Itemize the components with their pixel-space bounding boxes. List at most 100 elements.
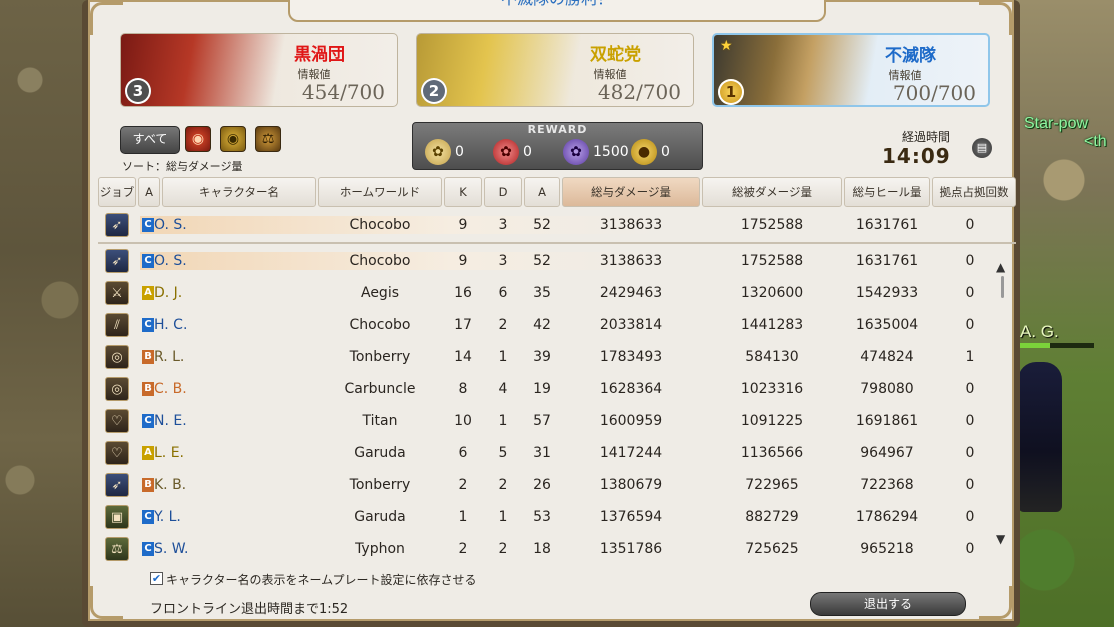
reward-item: ✿ 1500 xyxy=(563,137,629,167)
reward-value: 0 xyxy=(455,144,464,160)
ornament-corner xyxy=(979,586,1012,619)
team-letter: B xyxy=(142,350,154,364)
purple-token-icon: ✿ xyxy=(563,139,589,165)
chakram-icon: ◎ xyxy=(105,345,129,369)
column-home-world[interactable]: ホームワールド xyxy=(318,177,442,207)
pinned-divider xyxy=(98,242,1016,244)
reward-panel: REWARD ✿ 0 ✿ 0 ✿ 1500 ● 0 xyxy=(412,122,703,170)
log-icon[interactable]: ▤ xyxy=(972,138,992,158)
exit-button[interactable]: 退出する xyxy=(810,592,966,616)
table-row[interactable]: ▣ C Y. L. Garuda 1 1 53 1376594 882729 1786294 0 xyxy=(98,501,1016,533)
team-name: 黒渦団 xyxy=(294,45,345,65)
info-value: 700/700 xyxy=(892,81,976,105)
table-row[interactable]: ➶ B K. B. Tonberry 2 2 26 1380679 722965 722368 0 xyxy=(98,469,1016,501)
column-damage-dealt[interactable]: 総与ダメージ量 xyxy=(562,177,700,207)
cell-taken: 1441283 xyxy=(740,317,804,333)
character-name: R. L. xyxy=(154,349,185,365)
table-row[interactable]: ⚔ A D. J. Aegis 16 6 35 2429463 1320600 1542933 0 xyxy=(98,277,1016,309)
maelstrom-emblem-icon: ◉ xyxy=(191,131,205,147)
cell-d: 5 xyxy=(498,445,508,461)
team-letter: C xyxy=(142,414,154,428)
cell-dmg: 1351786 xyxy=(599,541,663,557)
cell-dmg: 1417244 xyxy=(599,445,663,461)
table-row[interactable]: ◎ B R. L. Tonberry 14 1 39 1783493 584130 474824 1 xyxy=(98,341,1016,373)
ornament-corner xyxy=(90,2,123,35)
character-name: C. B. xyxy=(154,381,187,397)
column-assists[interactable]: A xyxy=(524,177,560,207)
sword-icon: ⚔ xyxy=(105,281,129,305)
star-icon: ★ xyxy=(720,38,733,54)
filter-immortal-flames-button[interactable]: ⚖ xyxy=(255,126,281,152)
cell-capture: 0 xyxy=(965,285,975,301)
cell-k: 1 xyxy=(458,509,468,525)
filter-all-button[interactable]: すべて xyxy=(120,126,180,154)
cell-heal: 474824 xyxy=(860,349,914,365)
column-healing[interactable]: 総与ヒール量 xyxy=(844,177,930,207)
scrollbar-thumb[interactable] xyxy=(1001,276,1004,298)
team-letter: A xyxy=(142,446,154,460)
filter-maelstrom-button[interactable]: ◉ xyxy=(185,126,211,152)
table-row[interactable]: ♡ A L. E. Garuda 6 5 31 1417244 1136566 964967 0 xyxy=(98,437,1016,469)
cell-heal: 1631761 xyxy=(855,217,919,233)
cell-world: Tonberry xyxy=(349,477,411,493)
table-row[interactable]: ➶ C O. S. Chocobo 9 3 52 3138633 1752588 1631761 0 xyxy=(98,245,1016,277)
character-name: S. W. xyxy=(154,541,189,557)
player-character xyxy=(1018,362,1062,512)
ally-hp-bar xyxy=(1020,343,1094,348)
ornament-corner xyxy=(979,2,1012,35)
table-row[interactable]: ⫽ C H. C. Chocobo 17 2 42 2033814 1441283 1635004… xyxy=(98,309,1016,341)
cell-k: 14 xyxy=(454,349,472,365)
column-deaths[interactable]: D xyxy=(484,177,522,207)
team-letter: C xyxy=(142,318,154,332)
scroll-up-arrow-icon[interactable]: ▲ xyxy=(996,260,1005,274)
filter-twin-adder-button[interactable]: ◉ xyxy=(220,126,246,152)
cell-taken: 1136566 xyxy=(740,445,804,461)
cell-dmg: 2033814 xyxy=(599,317,663,333)
cell-taken: 1091225 xyxy=(740,413,804,429)
cell-world: Aegis xyxy=(360,285,399,301)
column-team[interactable]: A xyxy=(138,177,160,207)
team-letter: A xyxy=(142,286,154,300)
cell-world: Garuda xyxy=(354,445,406,461)
column-captures[interactable]: 拠点占拠回数 xyxy=(932,177,1016,207)
cell-capture: 0 xyxy=(965,445,975,461)
chakram-icon: ◎ xyxy=(105,377,129,401)
character-name: N. E. xyxy=(154,413,187,429)
table-row[interactable]: ◎ B C. B. Carbuncle 8 4 19 1628364 1023316 798080… xyxy=(98,373,1016,405)
bow-icon: ➶ xyxy=(105,473,129,497)
column-job[interactable]: ジョブ xyxy=(98,177,136,207)
reward-value: 0 xyxy=(661,144,670,160)
floating-player-name: Star-pow <th xyxy=(1024,115,1107,150)
red-token-icon: ✿ xyxy=(493,139,519,165)
cell-taken: 584130 xyxy=(745,349,799,365)
table-row[interactable]: ♡ C N. E. Titan 10 1 57 1600959 1091225 1691861 0 xyxy=(98,405,1016,437)
nameplate-setting-checkbox[interactable]: ✔ xyxy=(150,572,163,585)
cell-d: 6 xyxy=(498,285,508,301)
column-kills[interactable]: K xyxy=(444,177,482,207)
cell-a: 26 xyxy=(533,477,551,493)
cell-d: 2 xyxy=(498,477,508,493)
cell-k: 9 xyxy=(458,253,468,269)
cell-capture: 0 xyxy=(965,509,975,525)
table-row[interactable]: ➶ C O. S. Chocobo 9 3 52 3138633 1752588 1631761 0 xyxy=(98,209,1016,241)
cell-world: Garuda xyxy=(354,509,406,525)
reward-item: ● 0 xyxy=(631,137,670,167)
column-character-name[interactable]: キャラクター名 xyxy=(162,177,316,207)
team-card-maelstrom: 3 黒渦団 情報値 454/700 xyxy=(120,33,398,107)
cell-d: 3 xyxy=(498,253,508,269)
exit-timer: フロントライン退出時間まで1:52 xyxy=(150,602,349,617)
scale-icon: ⚖ xyxy=(105,537,129,561)
cell-heal: 1691861 xyxy=(855,413,919,429)
info-value: 482/700 xyxy=(597,80,681,104)
table-row[interactable]: ⚖ C S. W. Typhon 2 2 18 1351786 725625 965218 0 xyxy=(98,533,1016,562)
cell-a: 53 xyxy=(533,509,551,525)
cell-heal: 798080 xyxy=(860,381,914,397)
cell-d: 4 xyxy=(498,381,508,397)
cell-d: 1 xyxy=(498,349,508,365)
column-damage-taken[interactable]: 総被ダメージ量 xyxy=(702,177,842,207)
cell-taken: 1320600 xyxy=(740,285,804,301)
character-name: O. S. xyxy=(154,253,187,269)
scroll-down-arrow-icon[interactable]: ▼ xyxy=(996,532,1005,546)
cell-capture: 0 xyxy=(965,381,975,397)
cell-k: 17 xyxy=(454,317,472,333)
